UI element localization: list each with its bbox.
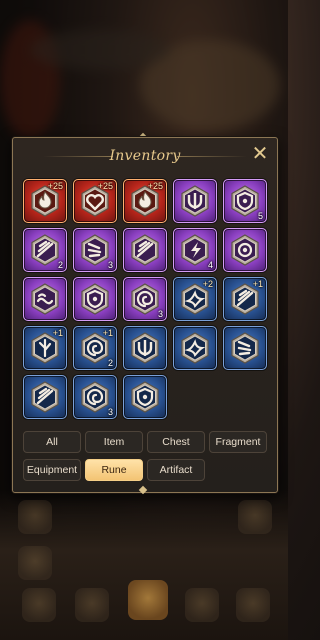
rune-slot[interactable]	[223, 228, 267, 272]
enhance-level: +25	[97, 181, 113, 191]
rune-slot[interactable]: +25	[23, 179, 67, 223]
enhance-level: +25	[47, 181, 63, 191]
panel-title: Inventory	[109, 148, 181, 164]
rune-slot[interactable]	[23, 375, 67, 419]
item-quantity: 5	[257, 211, 263, 221]
rune-slot[interactable]: +25	[73, 179, 117, 223]
enhance-level: +1	[102, 328, 113, 338]
background-menu-icon	[18, 546, 52, 580]
trident-rune-icon	[131, 332, 159, 364]
rune-slot[interactable]	[123, 228, 167, 272]
item-quantity: 3	[157, 309, 163, 319]
background-menu-icon	[75, 588, 109, 622]
item-quantity: 3	[107, 407, 113, 417]
tab-rune[interactable]: Rune	[85, 459, 143, 481]
tab-equipment[interactable]: Equipment	[23, 459, 81, 481]
rune-slot[interactable]	[223, 326, 267, 370]
background-menu-icon	[18, 500, 52, 534]
enhance-level: +2	[202, 279, 213, 289]
item-quantity: 3	[107, 260, 113, 270]
item-quantity: 4	[207, 260, 213, 270]
rune-slot[interactable]: 5	[223, 179, 267, 223]
rune-slot[interactable]: 4	[173, 228, 217, 272]
wave-rune-icon	[31, 283, 59, 315]
background-menu-icon	[185, 588, 219, 622]
rune-slot[interactable]: +1	[23, 326, 67, 370]
rune-slot[interactable]: +1	[223, 277, 267, 321]
rune-slot[interactable]: +2	[173, 277, 217, 321]
rune-slot[interactable]: 2	[23, 228, 67, 272]
rune-slot[interactable]	[23, 277, 67, 321]
item-quantity: 2	[107, 358, 113, 368]
claw-rune-icon	[231, 332, 259, 364]
wing-rune-icon	[131, 234, 159, 266]
rune-slot[interactable]: +1 2	[73, 326, 117, 370]
inventory-panel: Inventory ✕ +25 +25 +25 5 2 3 4 3 +2 +1 +1 +1 2 3 All…	[12, 137, 278, 493]
shield-rune-icon	[81, 283, 109, 315]
rune-slot[interactable]: +25	[123, 179, 167, 223]
rune-slot[interactable]	[123, 326, 167, 370]
rune-slot[interactable]: 3	[73, 228, 117, 272]
item-quantity: 2	[57, 260, 63, 270]
shield-rune-icon	[131, 381, 159, 413]
rune-slot[interactable]	[173, 326, 217, 370]
rune-slot[interactable]	[73, 277, 117, 321]
tab-chest[interactable]: Chest	[147, 431, 205, 453]
tab-item[interactable]: Item	[85, 431, 143, 453]
background-menu-icon	[22, 588, 56, 622]
enhance-level: +25	[147, 181, 163, 191]
bird-rune-icon	[181, 332, 209, 364]
rune-slot[interactable]: 3	[123, 277, 167, 321]
tab-fragment[interactable]: Fragment	[209, 431, 267, 453]
tab-artifact[interactable]: Artifact	[147, 459, 205, 481]
background-menu-icon	[238, 500, 272, 534]
enhance-level: +1	[52, 328, 63, 338]
background-menu-icon	[236, 588, 270, 622]
trident-rune-icon	[181, 185, 209, 217]
eye-rune-icon	[231, 234, 259, 266]
rune-slot[interactable]: 3	[73, 375, 117, 419]
enhance-level: +1	[252, 279, 263, 289]
tab-all[interactable]: All	[23, 431, 81, 453]
close-icon[interactable]: ✕	[251, 144, 269, 164]
wing-rune-icon	[31, 381, 59, 413]
background-menu-icon	[128, 580, 168, 620]
rune-slot[interactable]	[173, 179, 217, 223]
rune-slot[interactable]	[123, 375, 167, 419]
